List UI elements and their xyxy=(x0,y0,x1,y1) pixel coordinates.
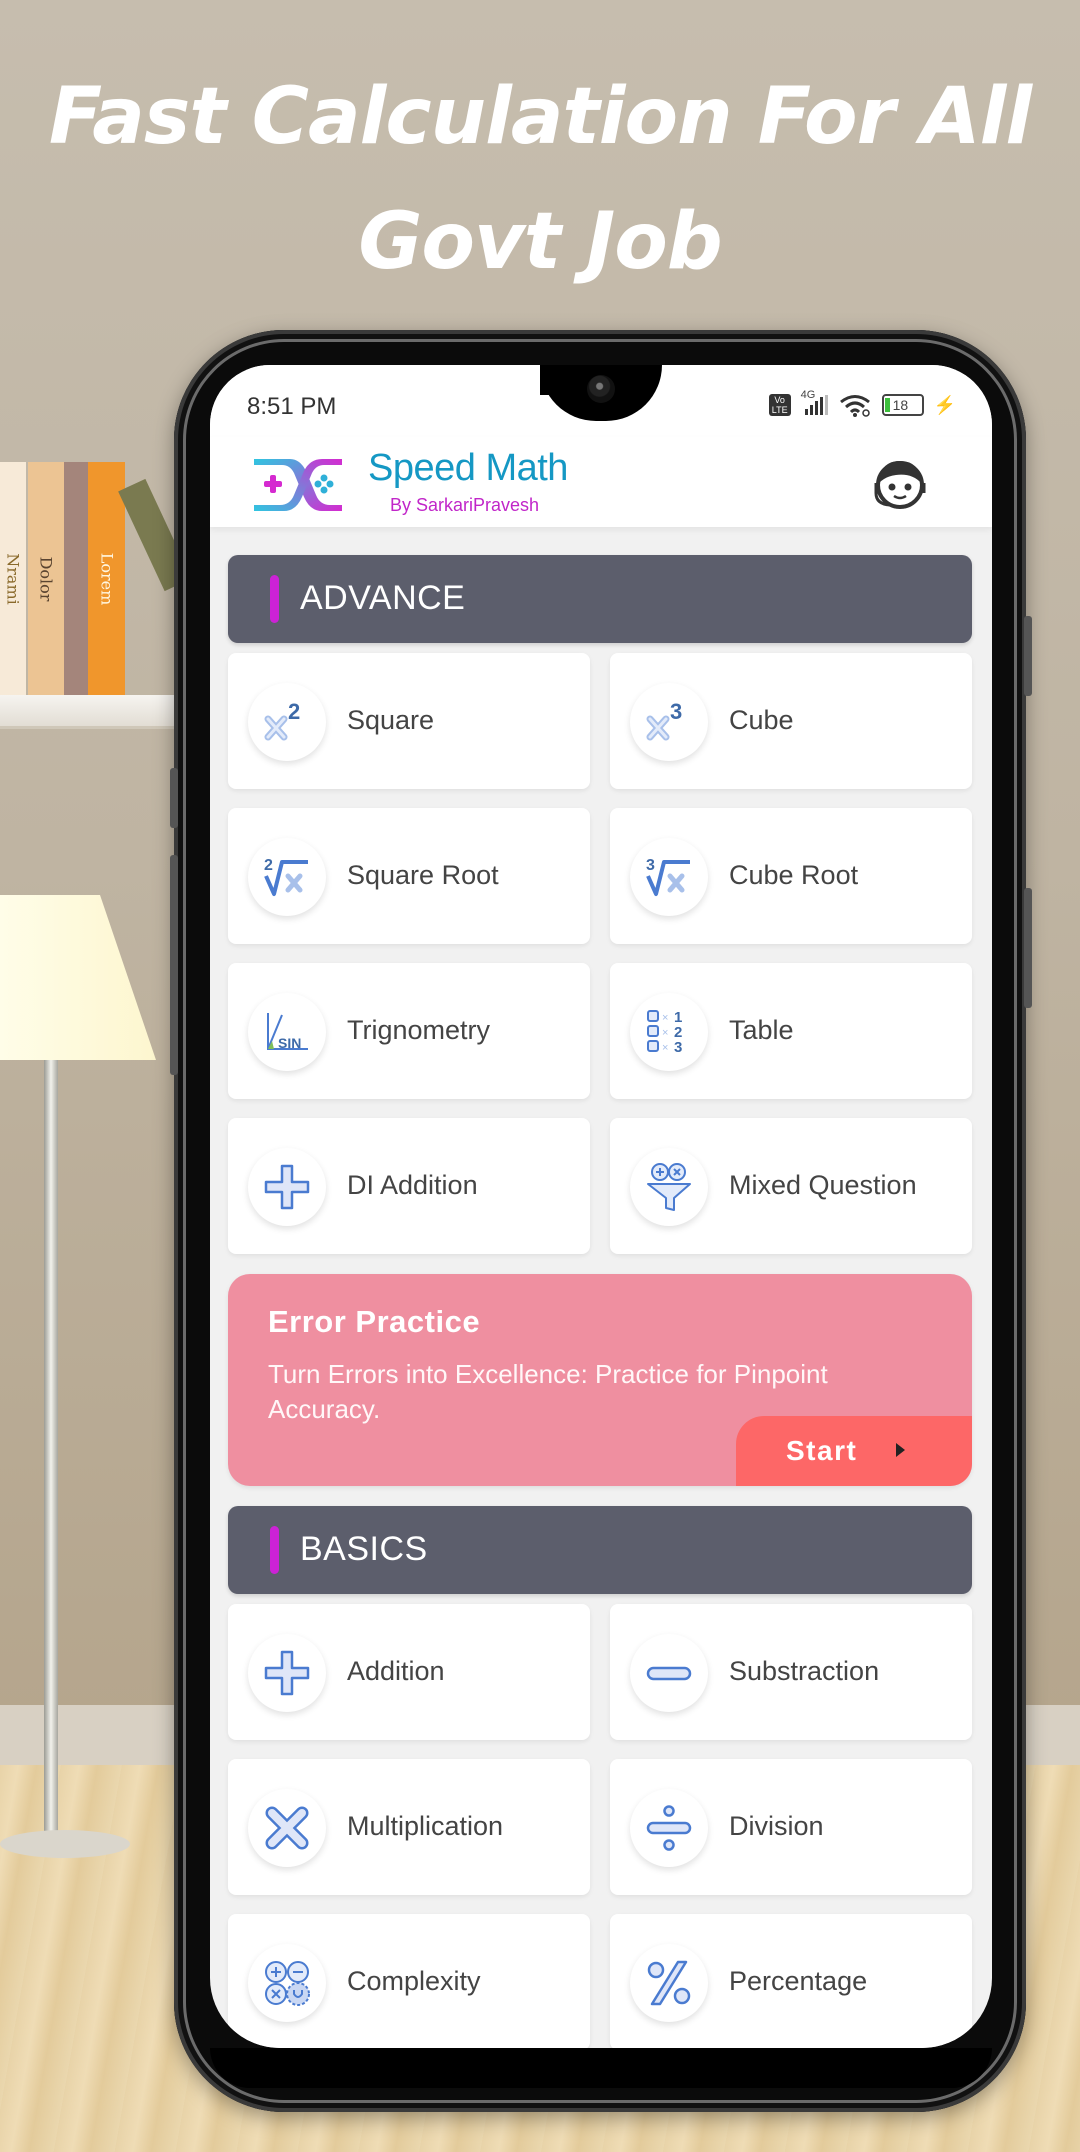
app-title: Speed Math xyxy=(368,447,568,489)
card-cube-root[interactable]: 3 Cube Root xyxy=(610,808,972,944)
cube-root-icon: 3 xyxy=(646,857,690,896)
svg-text:3: 3 xyxy=(670,699,682,724)
error-practice-title: Error Practice xyxy=(268,1304,481,1339)
card-square-root[interactable]: 2 Square Root xyxy=(228,808,590,944)
card-addition[interactable]: Addition xyxy=(228,1604,590,1740)
front-camera xyxy=(587,375,615,403)
wifi-icon xyxy=(839,395,870,417)
book-spine: Dolor xyxy=(28,462,64,695)
book-spine: Lorem xyxy=(88,462,125,695)
app-bar: Speed Math By SarkariPravesh xyxy=(210,437,992,527)
card-multiplication[interactable]: Multiplication xyxy=(228,1759,590,1895)
plus-icon xyxy=(264,1650,310,1696)
svg-text:×: × xyxy=(662,1027,668,1039)
cellular-signal-icon: 4G xyxy=(801,389,828,415)
card-trigonometry[interactable]: SIN Trignometry xyxy=(228,963,590,1099)
minus-icon xyxy=(646,1666,692,1681)
card-label: Cube Root xyxy=(729,860,859,890)
card-subtraction[interactable]: Substraction xyxy=(610,1604,972,1740)
plus-icon xyxy=(264,1164,310,1210)
play-arrow-icon xyxy=(896,1443,905,1457)
card-label: Mixed Question xyxy=(729,1170,917,1200)
status-icons: Vo LTE 4G 18 ⚡ xyxy=(768,389,956,417)
card-label: Addition xyxy=(347,1656,445,1686)
phone-volume-button xyxy=(1024,888,1032,1008)
promo-headline-line1: Fast Calculation For All xyxy=(48,72,1032,162)
volte-icon: Vo LTE xyxy=(768,394,791,416)
section-accent-bar xyxy=(270,1526,279,1574)
lamp-base xyxy=(0,1830,130,1858)
percent-icon xyxy=(647,1960,691,2006)
promo-headline-line2: Govt Job xyxy=(358,197,722,287)
book-spine: Nrami xyxy=(0,462,26,695)
card-di-addition[interactable]: DI Addition xyxy=(228,1118,590,1254)
card-percentage[interactable]: Percentage xyxy=(610,1914,972,2048)
card-label: Square xyxy=(347,705,435,735)
status-time: 8:51 PM xyxy=(247,393,337,420)
phone-bottom-bezel xyxy=(210,2048,992,2088)
main-content: ADVANCE 2 Square 3 Cube 2 Square Root 3 … xyxy=(228,555,972,2048)
trigonometry-sin-icon: SIN xyxy=(267,1013,308,1051)
battery-icon: 18 xyxy=(881,394,924,416)
charging-icon: ⚡ xyxy=(933,394,956,415)
app-subtitle: By SarkariPravesh xyxy=(390,495,540,515)
customer-support-icon[interactable] xyxy=(870,453,930,513)
svg-text:3: 3 xyxy=(674,1039,682,1056)
start-button-label: Start xyxy=(786,1435,858,1466)
phone-side-button xyxy=(170,855,178,1075)
card-mixed-question[interactable]: Mixed Question xyxy=(610,1118,972,1254)
card-division[interactable]: Division xyxy=(610,1759,972,1895)
square-root-icon: 2 xyxy=(264,857,308,896)
section-accent-bar xyxy=(270,575,279,623)
card-label: Trignometry xyxy=(347,1015,491,1045)
card-label: Multiplication xyxy=(347,1811,504,1841)
card-label: Complexity xyxy=(347,1966,481,1996)
lamp-shade xyxy=(0,895,156,1060)
basics-grid: Addition Substraction Multiplication Div… xyxy=(228,1604,972,2048)
start-button[interactable]: Start xyxy=(736,1416,972,1486)
lamp-pole xyxy=(44,1060,58,1840)
card-label: Percentage xyxy=(729,1966,868,1996)
card-label: DI Addition xyxy=(347,1170,478,1200)
x-cubed-icon: 3 xyxy=(646,699,682,741)
bookshelf xyxy=(0,695,180,729)
card-label: Substraction xyxy=(729,1656,880,1686)
app-logo-icon xyxy=(254,459,342,511)
svg-text:2: 2 xyxy=(288,699,300,724)
card-complexity[interactable]: Complexity xyxy=(228,1914,590,2048)
advance-grid: 2 Square 3 Cube 2 Square Root 3 Cube Roo… xyxy=(228,653,972,1254)
card-table[interactable]: × × × 1 2 3 Table xyxy=(610,963,972,1099)
card-cube[interactable]: 3 Cube xyxy=(610,653,972,789)
card-label: Square Root xyxy=(347,860,499,890)
x-squared-icon: 2 xyxy=(264,699,300,741)
card-label: Division xyxy=(729,1811,824,1841)
svg-text:×: × xyxy=(662,1012,668,1024)
card-label: Cube xyxy=(729,705,794,735)
section-header-advance: ADVANCE xyxy=(228,555,972,643)
book-spine xyxy=(64,462,88,695)
svg-text:SIN: SIN xyxy=(278,1035,301,1051)
phone-screen: 8:51 PM Vo LTE 4G 18 ⚡ Speed Math By Sar… xyxy=(210,365,992,2048)
multiply-icon xyxy=(265,1806,309,1850)
operations-gear-icon xyxy=(265,1961,310,2006)
multiplication-table-icon: × × × 1 2 3 xyxy=(647,1009,682,1056)
svg-text:×: × xyxy=(662,1042,668,1054)
divide-icon xyxy=(646,1805,692,1851)
phone-side-button xyxy=(170,768,178,828)
card-square[interactable]: 2 Square xyxy=(228,653,590,789)
section-title: BASICS xyxy=(300,1530,428,1568)
funnel-operations-icon xyxy=(647,1163,691,1211)
phone-power-button xyxy=(1024,616,1032,696)
error-practice-card[interactable]: Error Practice Turn Errors into Excellen… xyxy=(228,1274,972,1486)
promo-headline: Fast Calculation For All Govt Job xyxy=(0,55,1080,305)
card-label: Table xyxy=(729,1015,794,1045)
svg-text:3: 3 xyxy=(646,857,655,874)
section-title: ADVANCE xyxy=(300,579,466,617)
section-header-basics: BASICS xyxy=(228,1506,972,1594)
svg-text:2: 2 xyxy=(264,857,273,874)
